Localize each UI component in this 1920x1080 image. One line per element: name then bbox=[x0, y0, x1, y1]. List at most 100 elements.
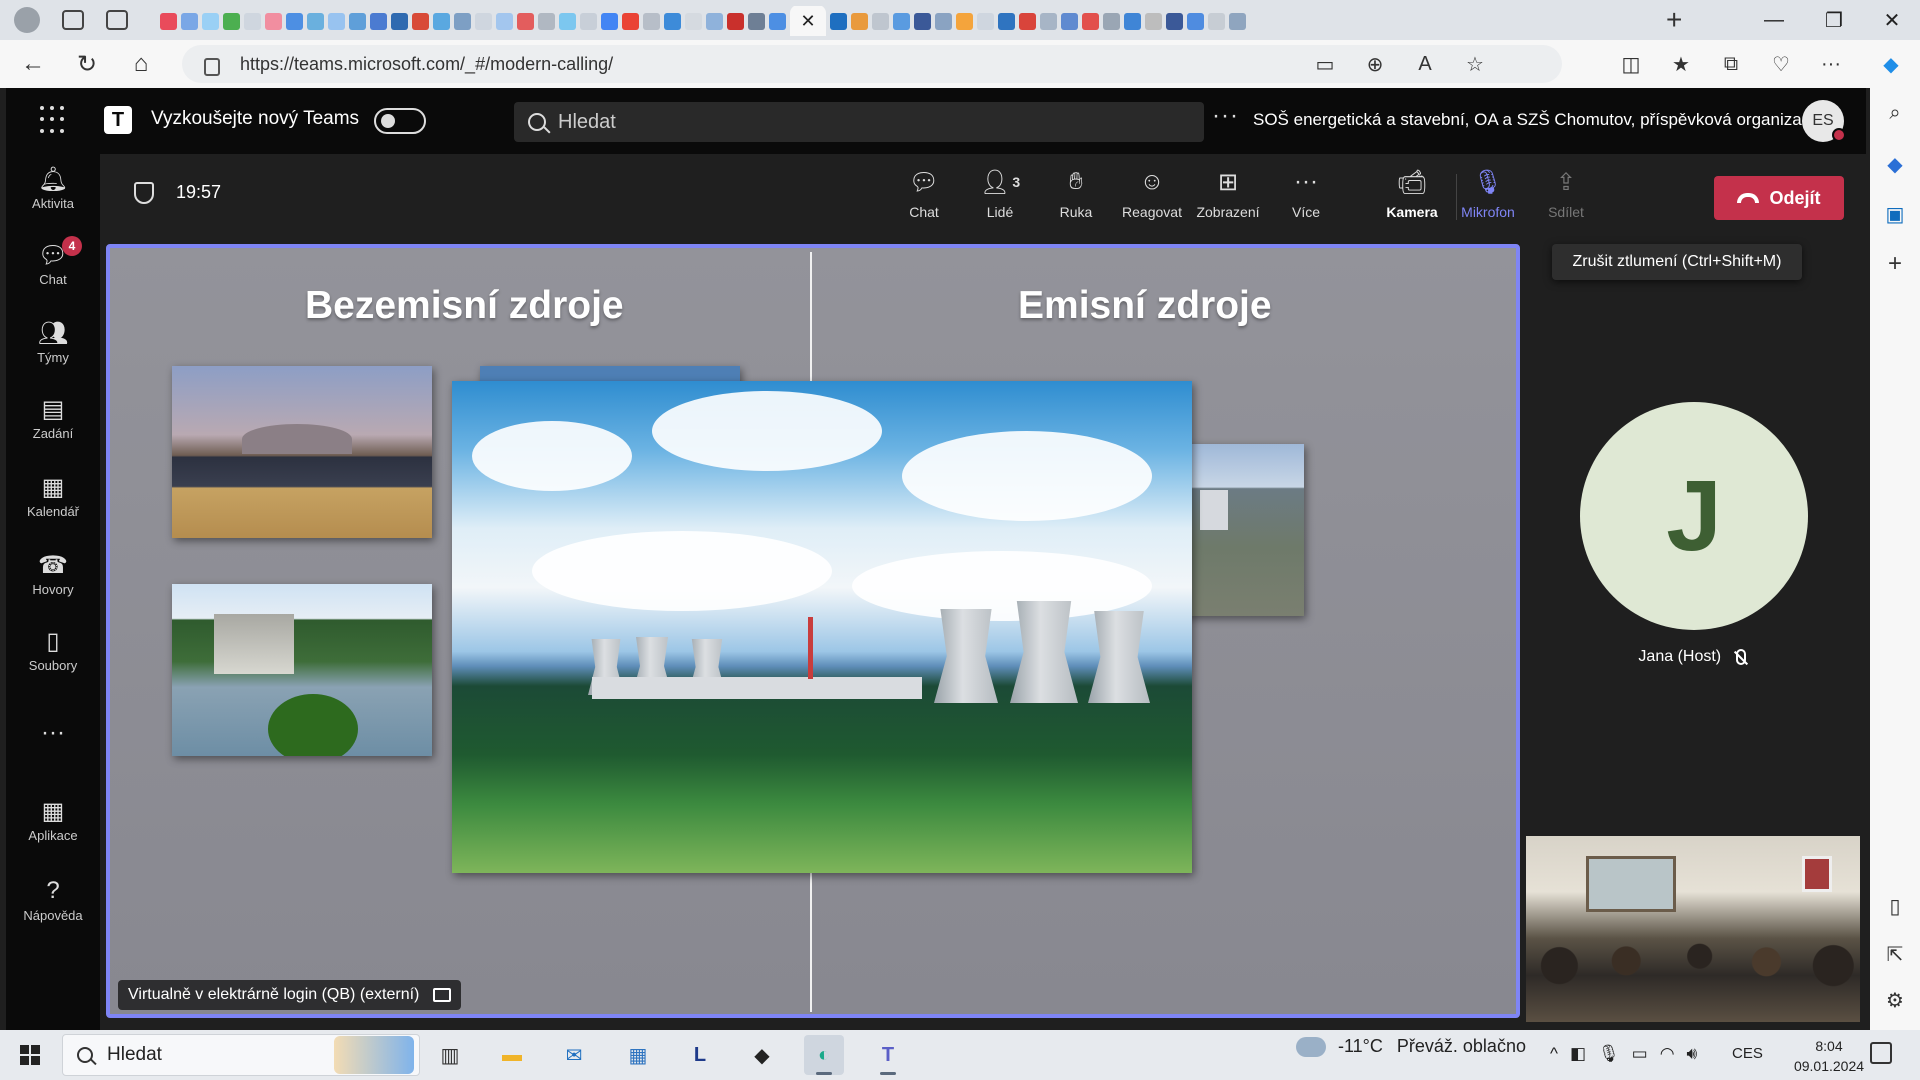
tray-icon[interactable]: ^ bbox=[1550, 1044, 1558, 1064]
tray-icon[interactable]: 🔊︎ bbox=[1687, 1044, 1698, 1064]
tab-favicon[interactable] bbox=[685, 12, 702, 30]
tab-favicon[interactable] bbox=[872, 12, 889, 30]
tray-icon[interactable]: ◠ bbox=[1660, 1044, 1675, 1064]
workspaces-icon[interactable] bbox=[62, 10, 84, 30]
tab-favicon[interactable] bbox=[664, 12, 681, 30]
rail-item-nápověda[interactable]: ? Nápověda bbox=[6, 876, 100, 923]
tab-favicon[interactable] bbox=[851, 12, 868, 30]
tab-favicon[interactable] bbox=[412, 12, 429, 30]
new-teams-toggle[interactable] bbox=[374, 108, 426, 134]
outlook-icon[interactable]: ▣ bbox=[1870, 202, 1920, 227]
split-screen-icon[interactable]: ◫ bbox=[1606, 52, 1656, 77]
tab-actions-icon[interactable] bbox=[106, 10, 128, 30]
tab-favicon[interactable] bbox=[1019, 12, 1036, 30]
shield-icon[interactable] bbox=[134, 182, 154, 204]
control-více[interactable]: ··· Více bbox=[1268, 166, 1344, 220]
browser-essentials-icon[interactable]: ♡ bbox=[1756, 52, 1806, 77]
minimize-button[interactable]: — bbox=[1746, 0, 1802, 40]
settings-icon[interactable]: ⚙ bbox=[1870, 988, 1920, 1013]
input-language[interactable]: CES bbox=[1732, 1045, 1763, 1062]
rail-item-týmy[interactable]: 👥︎ Týmy bbox=[6, 318, 100, 366]
presenter-label[interactable]: Virtualně v elektrárně login (QB) (exter… bbox=[118, 980, 462, 1010]
tab-favicon[interactable] bbox=[475, 12, 492, 30]
start-icon[interactable] bbox=[20, 1045, 40, 1065]
copilot-icon[interactable]: ◆ bbox=[1866, 52, 1916, 77]
tab-favicon[interactable] bbox=[830, 12, 847, 30]
control-sdílet[interactable]: ⇪ Sdílet bbox=[1528, 166, 1604, 221]
tab-favicon[interactable] bbox=[935, 12, 952, 30]
tab-favicon[interactable] bbox=[622, 12, 639, 30]
tab-favicon[interactable] bbox=[433, 12, 450, 30]
tab-favicon[interactable] bbox=[601, 12, 618, 30]
control-lidé[interactable]: 👤︎ 3 Lidé bbox=[962, 166, 1038, 221]
new-tab-button[interactable]: + bbox=[1666, 4, 1682, 36]
store-icon[interactable]: ▦ bbox=[618, 1035, 658, 1075]
url-text[interactable]: https://teams.microsoft.com/_#/modern-ca… bbox=[240, 54, 613, 75]
rail-item-aplikace[interactable]: ▦ Aplikace bbox=[6, 796, 100, 844]
tab-favicon[interactable] bbox=[307, 12, 324, 30]
split-icon[interactable]: ▯ bbox=[1870, 894, 1920, 919]
add-icon[interactable]: + bbox=[1870, 250, 1920, 278]
tab-favicon[interactable] bbox=[1187, 12, 1204, 30]
tab-favicon[interactable] bbox=[454, 12, 471, 30]
tab-favicon[interactable] bbox=[391, 12, 408, 30]
organization-name[interactable]: SOŠ energetická a stavební, OA a SZŠ Cho… bbox=[1253, 110, 1820, 130]
teams-icon[interactable]: T bbox=[868, 1035, 908, 1075]
clock[interactable]: 8:04 09.01.2024 bbox=[1792, 1036, 1866, 1076]
control-zobrazení[interactable]: ⊞ Zobrazení bbox=[1190, 166, 1266, 221]
tab-favicon[interactable] bbox=[580, 12, 597, 30]
tray-icon[interactable]: ◧ bbox=[1570, 1044, 1586, 1064]
tab-favicon[interactable] bbox=[370, 12, 387, 30]
maximize-button[interactable]: ❐ bbox=[1806, 0, 1862, 40]
tab-favicon[interactable] bbox=[977, 12, 994, 30]
tab-favicon[interactable] bbox=[202, 12, 219, 30]
tab-favicon[interactable] bbox=[769, 12, 786, 30]
home-icon[interactable]: ⌂ bbox=[114, 50, 168, 78]
tab-favicon[interactable] bbox=[181, 12, 198, 30]
rail-item-kalendář[interactable]: ▦ Kalendář bbox=[6, 472, 100, 520]
search-input[interactable]: Hledat bbox=[514, 102, 1204, 142]
external-icon[interactable]: ⇱ bbox=[1870, 942, 1920, 967]
tab-favicon[interactable] bbox=[998, 12, 1015, 30]
pop-out-icon[interactable] bbox=[433, 988, 452, 1002]
tab-favicon[interactable] bbox=[1040, 12, 1057, 30]
collections-icon[interactable]: ⧉ bbox=[1706, 53, 1756, 76]
search-icon[interactable]: ⌕ bbox=[1870, 102, 1920, 125]
tray-icon[interactable]: 🎙︎ bbox=[1598, 1044, 1620, 1064]
rail-item-aktivita[interactable]: 🔔︎ Aktivita bbox=[6, 164, 100, 212]
tab-favicon[interactable] bbox=[956, 12, 973, 30]
weather-widget[interactable]: -11°C Převáž. oblačno bbox=[1296, 1028, 1526, 1057]
tab-favicon[interactable] bbox=[1166, 12, 1183, 30]
tab-favicon[interactable] bbox=[559, 12, 576, 30]
tab-favicon[interactable] bbox=[265, 12, 282, 30]
tab-favicon[interactable] bbox=[328, 12, 345, 30]
control-ruka[interactable]: ✋︎ Ruka bbox=[1038, 166, 1114, 220]
tab-favicon[interactable] bbox=[727, 12, 744, 30]
tab-favicon[interactable] bbox=[538, 12, 555, 30]
control-reagovat[interactable]: ☺ Reagovat bbox=[1114, 166, 1190, 220]
l-app-icon[interactable]: L bbox=[680, 1035, 720, 1075]
app-launcher-icon[interactable] bbox=[40, 106, 68, 134]
rail-item-hovory[interactable]: ☎ Hovory bbox=[6, 550, 100, 598]
tab-favicon[interactable] bbox=[286, 12, 303, 30]
tab-favicon[interactable] bbox=[914, 12, 931, 30]
copilot-icon[interactable]: ◆ bbox=[1870, 152, 1920, 177]
refresh-icon[interactable]: ↻ bbox=[60, 50, 114, 79]
task-view-icon[interactable]: ▥ bbox=[430, 1035, 470, 1075]
more-icon[interactable]: ··· bbox=[1806, 53, 1856, 76]
tab-favicon[interactable] bbox=[1061, 12, 1078, 30]
tab-favicon[interactable] bbox=[496, 12, 513, 30]
close-window-button[interactable]: ✕ bbox=[1864, 0, 1920, 40]
avatar[interactable]: ES bbox=[1802, 100, 1846, 142]
leave-button[interactable]: Odejít bbox=[1714, 176, 1844, 220]
tab-favicon[interactable] bbox=[349, 12, 366, 30]
tab-favicon[interactable] bbox=[748, 12, 765, 30]
control-kamera[interactable]: 📹︎ Kamera bbox=[1374, 166, 1450, 221]
notifications-icon[interactable] bbox=[1870, 1042, 1892, 1064]
tab-favicon[interactable] bbox=[160, 12, 177, 30]
active-tab-close-button[interactable]: ✕ bbox=[790, 6, 826, 36]
tab-favicon[interactable] bbox=[517, 12, 534, 30]
tab-favicon[interactable] bbox=[893, 12, 910, 30]
tab-favicon[interactable] bbox=[1229, 12, 1246, 30]
tab-favicon[interactable] bbox=[223, 12, 240, 30]
